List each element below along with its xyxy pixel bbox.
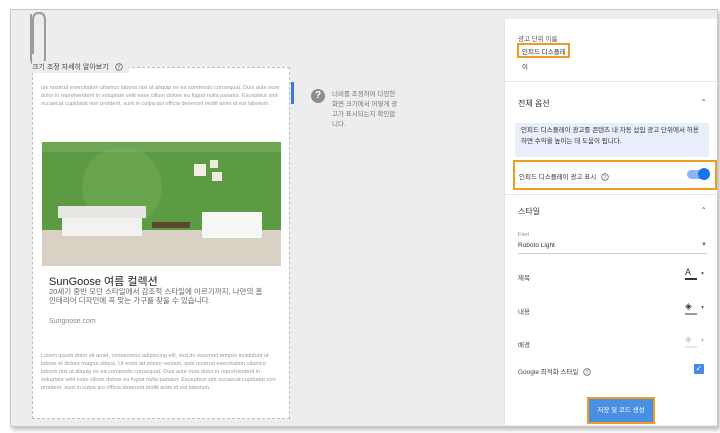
help-icon[interactable]: ? <box>583 368 591 376</box>
save-button-label: 저장 및 코드 생성 <box>597 407 645 414</box>
resize-handle[interactable] <box>291 82 294 104</box>
text-color-picker-icon[interactable]: A <box>685 267 697 280</box>
help-icon[interactable]: ? <box>601 173 609 181</box>
body-color-dropdown-icon[interactable]: ▼ <box>700 305 705 311</box>
font-dropdown-icon[interactable]: ▼ <box>701 242 707 248</box>
title-color-dropdown-icon[interactable]: ▼ <box>700 271 705 277</box>
ad-image <box>42 142 281 266</box>
body-color-label: 내용 <box>518 309 530 316</box>
font-select[interactable]: Roboto Light <box>518 242 555 249</box>
background-color-label: 배경 <box>518 342 530 349</box>
ad-unit-name-input[interactable]: 인피드 디스플레이 <box>517 43 570 71</box>
resize-help-header: 크기 조정 자세히 알아보기 ? <box>32 61 129 73</box>
app-window: 크기 조정 자세히 알아보기 ? uis nostrud exercitatio… <box>10 9 718 427</box>
font-label: Font <box>518 232 530 238</box>
ad-preview-container[interactable]: 크기 조정 자세히 알아보기 ? uis nostrud exercitatio… <box>32 61 290 419</box>
toggle-knob <box>698 168 710 180</box>
help-icon[interactable]: ? <box>114 63 123 71</box>
svg-text:?: ? <box>586 370 589 376</box>
background-color-dropdown-icon[interactable]: ▼ <box>700 338 705 344</box>
resize-help-link[interactable]: 크기 조정 자세히 알아보기 <box>32 62 109 72</box>
ad-url[interactable]: Sungoose.com <box>49 318 96 325</box>
divider <box>505 81 717 82</box>
resize-help-text: 너비를 조정하여 다양한 화면 크기에서 어떻게 광고가 표시되는지 확인합니다… <box>332 91 398 128</box>
global-options-title: 전체 옵션 <box>518 99 550 108</box>
google-style-label: Google 최적화 스타일 ? <box>518 366 591 376</box>
background-color-picker-icon[interactable]: ◈ <box>685 334 697 348</box>
filler-text-top: uis nostrud exercitation ullamco laboris… <box>41 85 280 107</box>
ad-unit-name-label: 광고 단위 이름 <box>518 36 558 43</box>
ad-description: 20세기 중반 모던 스타일에서 감조적 스타일에 이르기까지, 나만의 홈 인… <box>49 287 263 305</box>
svg-text:?: ? <box>117 65 120 71</box>
collapse-global-options-icon[interactable]: ⌃ <box>700 98 707 107</box>
google-style-checkbox[interactable]: ✓ <box>694 364 704 374</box>
divider <box>505 194 717 195</box>
svg-text:?: ? <box>604 175 607 181</box>
fill-color-picker-icon[interactable]: ◈ <box>685 301 697 315</box>
collapse-style-icon[interactable]: ⌃ <box>700 206 707 215</box>
settings-panel: 광고 단위 이름 인피드 디스플레이 전체 옵션 ⌃ 인피드 디스플레이 광고를… <box>504 19 717 425</box>
infeed-display-toggle-label: 인피드 디스플레이 광고 표시 ? <box>519 171 609 181</box>
save-and-get-code-button[interactable]: 저장 및 코드 생성 <box>587 397 655 424</box>
global-options-info: 인피드 디스플레이 광고를 콘텐츠 내 자동 삽입 광고 단위에서 허용하면 수… <box>515 123 709 157</box>
infeed-display-toggle[interactable] <box>687 168 710 180</box>
filler-text-bottom: Lorem ipsum dolor sit amet, consectetur … <box>41 353 276 391</box>
style-section-title: 스타일 <box>518 207 541 216</box>
question-icon: ? <box>311 89 325 103</box>
infeed-display-toggle-row[interactable]: 인피드 디스플레이 광고 표시 ? <box>513 160 717 190</box>
font-underline <box>518 253 707 254</box>
title-color-label: 제목 <box>518 275 530 282</box>
